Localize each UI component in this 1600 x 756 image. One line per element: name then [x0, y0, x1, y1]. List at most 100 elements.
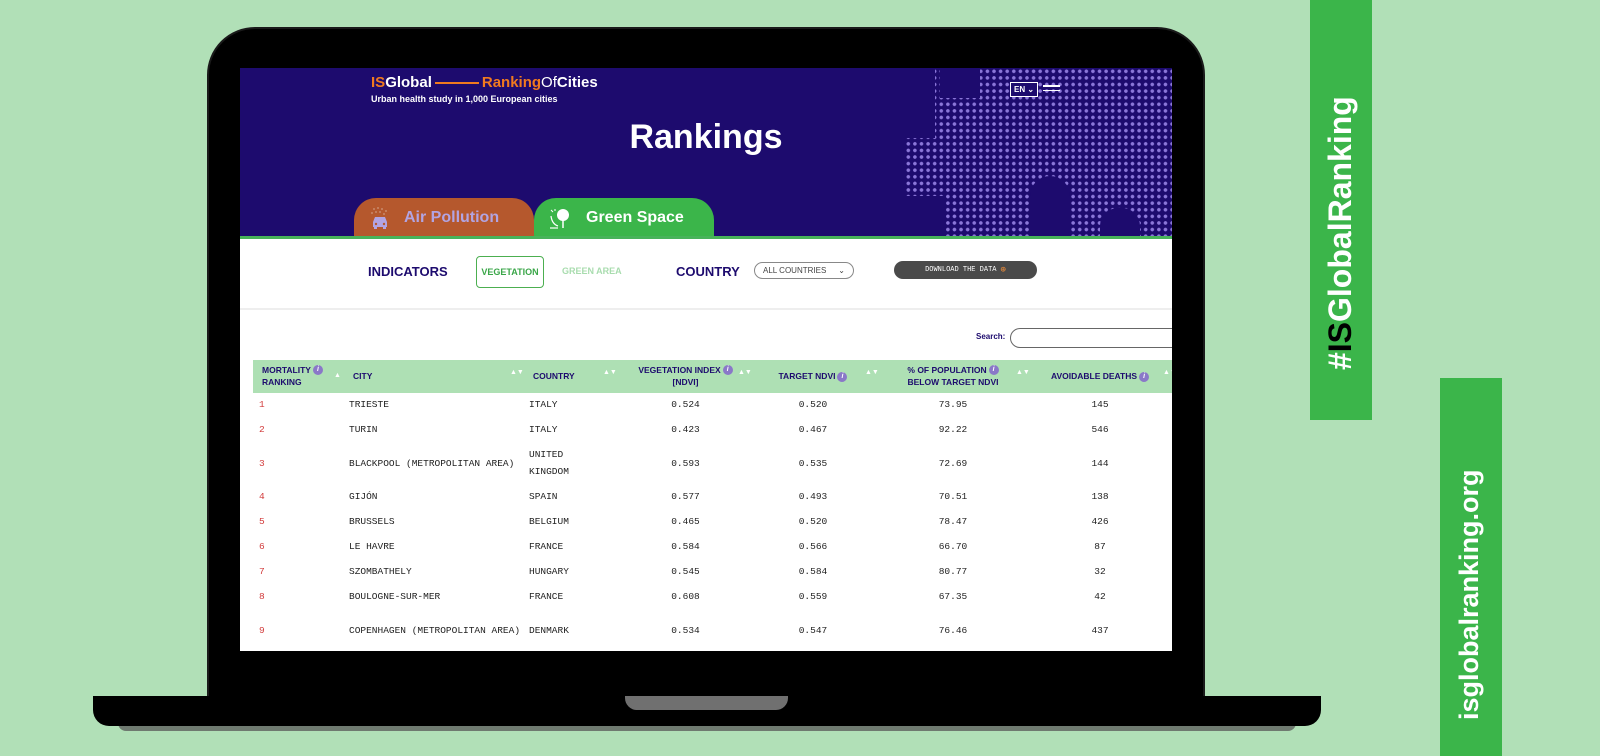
- cell-ndvi: 0.577: [671, 491, 700, 503]
- column-header-vegetation-index[interactable]: VEGETATION INDEX i [NDVI]: [633, 360, 738, 393]
- cell-rank: 3: [259, 457, 265, 469]
- table-row[interactable]: 5 BRUSSELS BELGIUM 0.465 0.520 78.47 426: [253, 510, 1172, 535]
- download-data-button[interactable]: DOWNLOAD THE DATA ⊕: [894, 261, 1037, 279]
- cell-rank: 7: [259, 566, 265, 578]
- chevron-down-icon: ⌄: [838, 266, 845, 275]
- info-icon[interactable]: i: [1139, 371, 1150, 382]
- info-icon[interactable]: i: [988, 365, 999, 376]
- cell-city: LE HAVRE: [349, 541, 395, 553]
- cell-pct: 67.35: [938, 591, 968, 603]
- cell-rank: 1: [259, 399, 265, 411]
- search-label: Search:: [976, 332, 1006, 341]
- column-header-country[interactable]: COUNTRY: [533, 360, 613, 393]
- cell-deaths: 32: [1094, 566, 1106, 578]
- cell-rank: 8: [259, 591, 265, 603]
- sort-asc-icon[interactable]: ▲: [333, 372, 342, 387]
- table-header: MORTALITY i RANKING ▲ CITY ▲▼ COUNTRY ▲▼ V…: [253, 360, 1172, 393]
- cell-target: 0.520: [798, 516, 828, 528]
- cell-target: 0.566: [798, 541, 828, 553]
- cell-target: 0.493: [798, 491, 828, 503]
- indicator-green-area-button[interactable]: GREEN AREA: [562, 266, 622, 276]
- cell-deaths: 546: [1091, 424, 1109, 436]
- cell-rank: 4: [259, 491, 265, 503]
- cell-country: ITALY: [529, 399, 558, 411]
- hamburger-menu-icon[interactable]: [1043, 85, 1060, 94]
- cell-pct: 80.77: [938, 566, 968, 578]
- cell-country: HUNGARY: [529, 566, 569, 578]
- cell-country: UNITED KINGDOM: [529, 449, 569, 477]
- cell-deaths: 42: [1094, 591, 1106, 603]
- sort-icon[interactable]: ▲▼: [738, 369, 752, 384]
- cell-rank: 5: [259, 516, 265, 528]
- sort-icon[interactable]: ▲▼: [1163, 369, 1172, 384]
- cell-ndvi: 0.608: [671, 591, 700, 603]
- cell-country: FRANCE: [529, 541, 564, 553]
- cell-pct: 78.47: [938, 516, 968, 528]
- country-select[interactable]: ALL COUNTRIES ⌄: [754, 262, 854, 279]
- table-row[interactable]: 3 BLACKPOOL (METROPOLITAN AREA) UNITED KIN…: [253, 443, 1172, 485]
- cell-target: 0.520: [798, 399, 828, 411]
- url-banner: isglobalranking.org: [1440, 378, 1502, 756]
- tab-green-space[interactable]: Green Space: [534, 198, 714, 238]
- cell-deaths: 138: [1091, 491, 1109, 503]
- cell-target: 0.467: [798, 424, 828, 436]
- laptop-notch: [625, 696, 788, 710]
- table-row[interactable]: 2 TURIN ITALY 0.423 0.467 92.22 546: [253, 418, 1172, 443]
- cell-city: BRUSSELS: [349, 516, 395, 528]
- cell-country: BELGIUM: [529, 516, 569, 528]
- column-header-avoidable-deaths[interactable]: AVOIDABLE DEATHS i: [1035, 360, 1165, 393]
- column-header-city[interactable]: CITY: [353, 360, 503, 393]
- language-selector[interactable]: EN ⌄: [1010, 82, 1039, 97]
- cell-country: ITALY: [529, 424, 558, 436]
- cell-pct: 76.46: [938, 624, 968, 636]
- cell-country: SPAIN: [529, 491, 558, 503]
- table-row[interactable]: 6 LE HAVRE FRANCE 0.584 0.566 66.70 87: [253, 535, 1172, 560]
- indicator-vegetation-button[interactable]: VEGETATION: [476, 256, 544, 288]
- download-icon: ⊕: [1000, 265, 1006, 275]
- cell-city: SZOMBATHELY: [349, 566, 412, 578]
- column-header-pct-population[interactable]: % OF POPULATION i BELOW TARGET NDVI: [893, 360, 1013, 393]
- cell-country: FRANCE: [529, 591, 564, 603]
- cell-city: TRIESTE: [349, 399, 389, 411]
- table-row[interactable]: 8 BOULOGNE-SUR-MER FRANCE 0.608 0.559 67.35 42: [253, 585, 1172, 610]
- cell-ndvi: 0.534: [671, 624, 700, 636]
- table-row[interactable]: 7 SZOMBATHELY HUNGARY 0.545 0.584 80.77 32: [253, 560, 1172, 585]
- hashtag-banner: #ISGlobalRanking: [1310, 0, 1372, 420]
- cell-city: GIJÓN: [349, 491, 378, 503]
- search-input[interactable]: [1010, 328, 1172, 348]
- column-header-target-ndvi[interactable]: TARGET NDVI i: [763, 360, 863, 393]
- page-title: Rankings: [629, 118, 783, 156]
- hashtag-text: #ISGlobalRanking: [1322, 96, 1358, 370]
- info-icon[interactable]: i: [722, 365, 733, 376]
- cell-deaths: 87: [1094, 541, 1106, 553]
- cell-city: BOULOGNE-SUR-MER: [349, 591, 441, 603]
- info-icon[interactable]: i: [312, 365, 323, 376]
- cell-ndvi: 0.545: [671, 566, 700, 578]
- cell-city: COPENHAGEN (METROPOLITAN AREA): [349, 624, 521, 636]
- info-icon[interactable]: i: [837, 371, 848, 382]
- cell-deaths: 145: [1091, 399, 1109, 411]
- sort-icon[interactable]: ▲▼: [1016, 369, 1030, 384]
- cell-pct: 73.95: [938, 399, 968, 411]
- column-header-mortality-ranking[interactable]: MORTALITY i RANKING: [262, 360, 337, 393]
- cell-target: 0.547: [798, 624, 828, 636]
- url-text: isglobalranking.org: [1454, 469, 1484, 720]
- table-row[interactable]: 9 COPENHAGEN (METROPOLITAN AREA) DENMARK 0.…: [253, 610, 1172, 651]
- sort-icon[interactable]: ▲▼: [603, 369, 617, 384]
- cell-pct: 66.70: [938, 541, 968, 553]
- cell-rank: 2: [259, 424, 265, 436]
- tab-air-pollution[interactable]: Air Pollution: [354, 198, 534, 238]
- site-logo[interactable]: ISGlobal RankingOfCities: [371, 74, 598, 91]
- tree-icon: [550, 209, 569, 229]
- table-row[interactable]: 1 TRIESTE ITALY 0.524 0.520 73.95 145: [253, 393, 1172, 418]
- cell-ndvi: 0.423: [671, 424, 700, 436]
- sort-icon[interactable]: ▲▼: [865, 369, 879, 384]
- cell-pct: 70.51: [938, 491, 968, 503]
- sort-icon[interactable]: ▲▼: [510, 369, 524, 384]
- cell-ndvi: 0.524: [671, 399, 700, 411]
- cell-pct: 72.69: [938, 457, 968, 469]
- cell-rank: 9: [259, 624, 265, 636]
- table-row[interactable]: 4 GIJÓN SPAIN 0.577 0.493 70.51 138: [253, 485, 1172, 510]
- cell-target: 0.535: [798, 457, 828, 469]
- filters-bar: INDICATORS VEGETATION GREEN AREA COUNTRY…: [240, 240, 1172, 310]
